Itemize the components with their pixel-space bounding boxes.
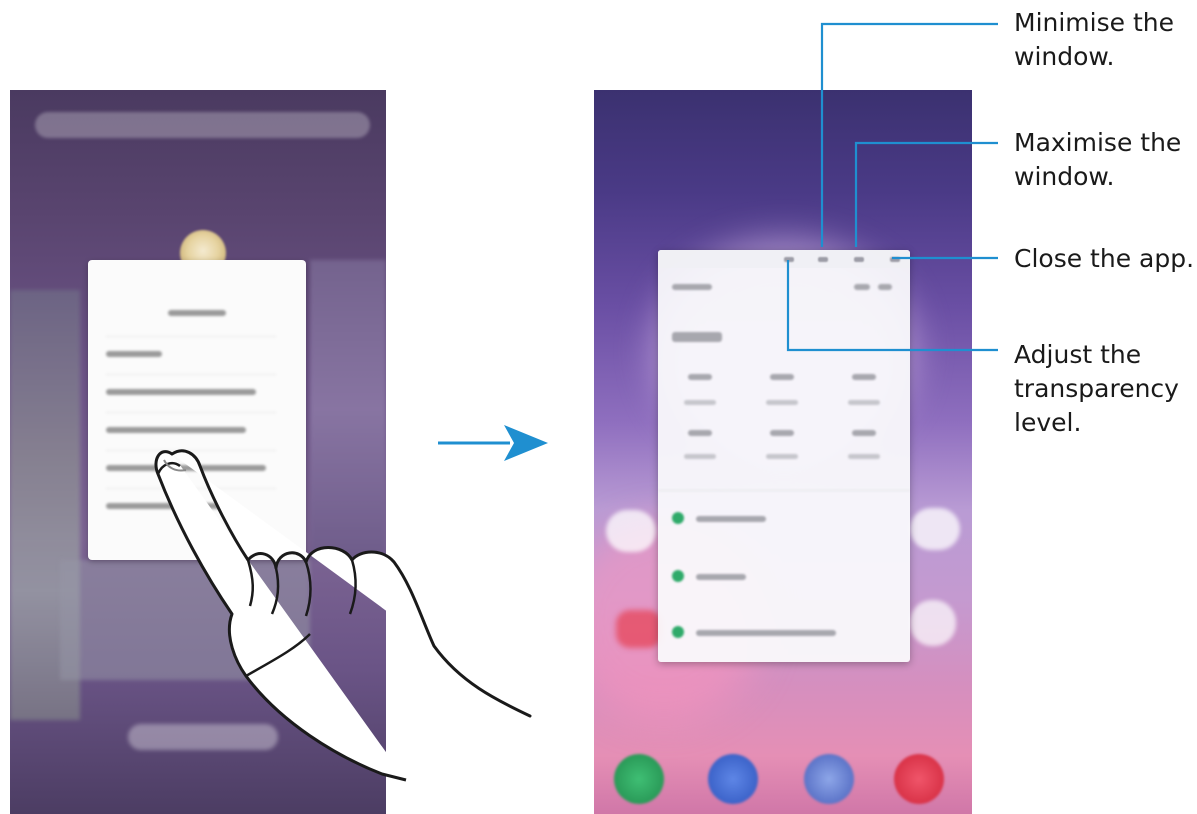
list-item-icon	[672, 626, 684, 638]
pop-up-window[interactable]	[658, 250, 910, 662]
list-item-label[interactable]	[696, 516, 766, 522]
callout-transparency: Adjust the transparency level.	[1014, 340, 1179, 437]
grid-item[interactable]	[852, 374, 876, 380]
grid-item-caption	[766, 454, 798, 459]
grid-item-caption	[684, 400, 716, 405]
internet-app-icon[interactable]	[804, 754, 854, 804]
callout-close: Close the app.	[1014, 244, 1195, 273]
grid-item[interactable]	[852, 430, 876, 436]
popup-app-name	[88, 306, 306, 319]
grid-item-caption	[848, 454, 880, 459]
messages-app-icon[interactable]	[708, 754, 758, 804]
header-action[interactable]	[854, 284, 870, 290]
grid-item-caption	[766, 400, 798, 405]
grid-item[interactable]	[688, 430, 712, 436]
list-item-label[interactable]	[696, 630, 836, 636]
home-widget-right	[910, 600, 956, 646]
pointing-hand-icon	[154, 449, 532, 782]
grid-item-caption	[684, 454, 716, 459]
section-label	[672, 332, 722, 342]
list-item-icon	[672, 570, 684, 582]
grid-item-caption	[848, 400, 880, 405]
list-item-label[interactable]	[696, 574, 746, 580]
search-bar	[35, 112, 370, 138]
right-arrow-icon	[438, 425, 548, 461]
callout-minimise: Minimise the window.	[1014, 8, 1174, 71]
list-item-icon	[672, 512, 684, 524]
home-widget-left	[616, 610, 662, 648]
popup-menu-item-app-info[interactable]	[106, 336, 276, 371]
camera-app-icon[interactable]	[894, 754, 944, 804]
minimise-button[interactable]	[818, 257, 828, 262]
callout-maximise: Maximise the window.	[1014, 128, 1182, 191]
popup-menu-item-split-screen[interactable]	[106, 374, 276, 409]
transparency-button[interactable]	[784, 257, 794, 262]
phone-app-icon[interactable]	[614, 754, 664, 804]
home-widget-left	[606, 510, 656, 552]
list-divider	[658, 490, 910, 491]
right-phone-screen	[594, 90, 972, 814]
grid-item[interactable]	[770, 430, 794, 436]
home-widget-right	[910, 508, 960, 550]
close-button[interactable]	[890, 257, 900, 262]
grid-item[interactable]	[688, 374, 712, 380]
maximise-button[interactable]	[854, 257, 864, 262]
grid-item[interactable]	[770, 374, 794, 380]
app-header-label	[672, 284, 712, 290]
header-action[interactable]	[878, 284, 892, 290]
